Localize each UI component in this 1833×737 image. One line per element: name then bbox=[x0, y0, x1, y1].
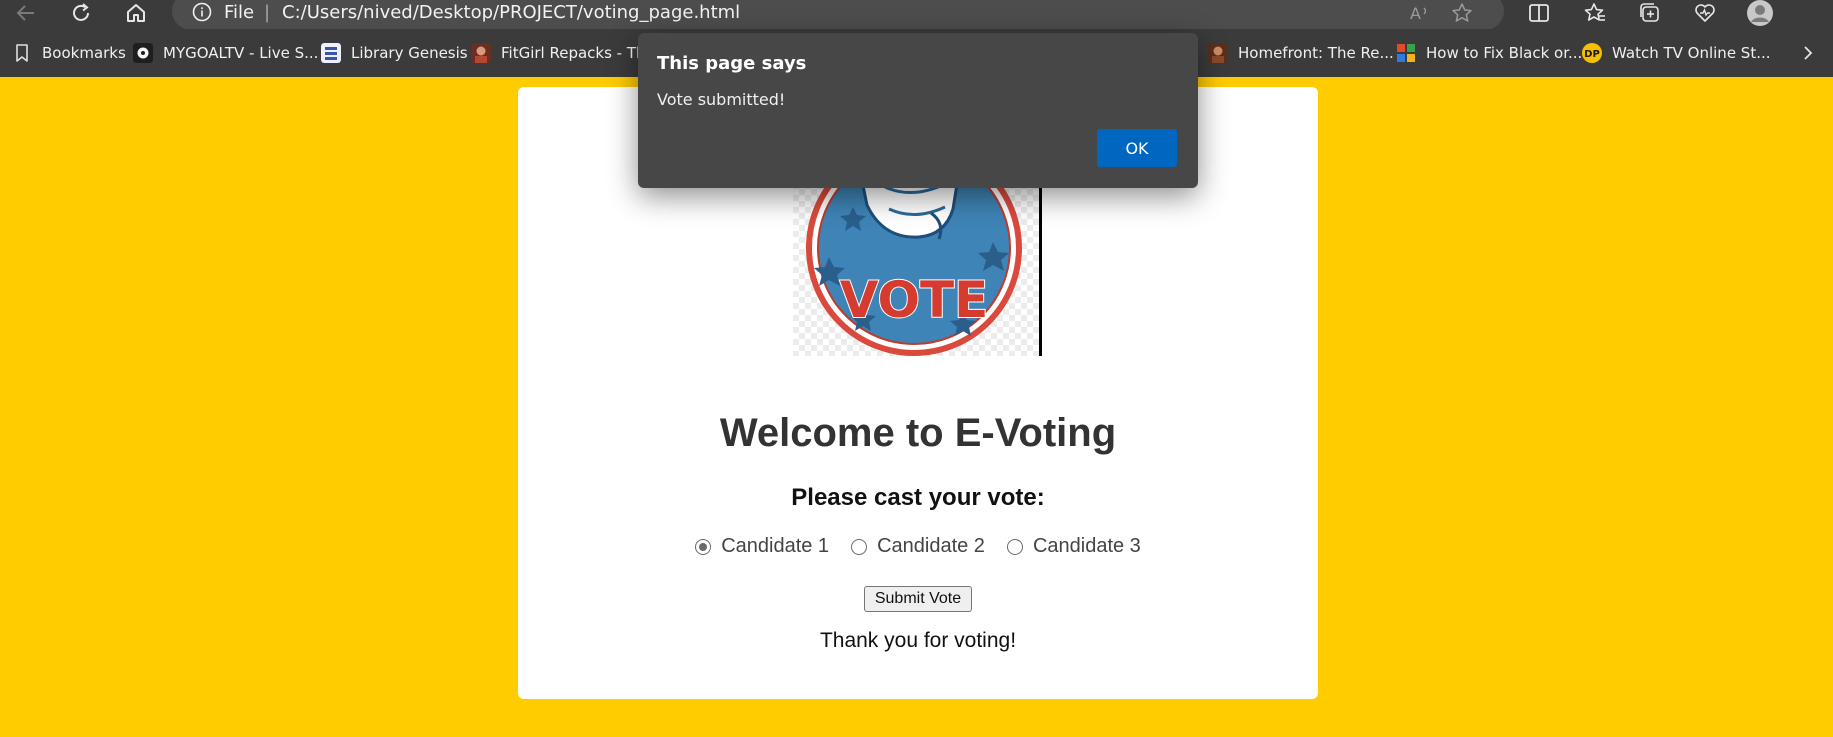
dialog-ok-button[interactable]: OK bbox=[1097, 129, 1177, 167]
address-separator: | bbox=[264, 2, 271, 23]
browser-essentials-icon[interactable] bbox=[1687, 0, 1723, 26]
bookmark-label: Watch TV Online St... bbox=[1612, 44, 1771, 62]
candidate-option-2[interactable]: Candidate 2 bbox=[851, 535, 985, 558]
mygoaltv-icon bbox=[133, 43, 153, 63]
bookmark-item-watch-tv[interactable]: DP Watch TV Online St... bbox=[1582, 43, 1771, 63]
vote-prompt: Please cast your vote: bbox=[791, 484, 1045, 511]
back-icon[interactable] bbox=[8, 0, 44, 26]
bookmark-item-how-to-fix[interactable]: How to Fix Black or... bbox=[1396, 43, 1582, 63]
svg-text:DP: DP bbox=[1584, 49, 1600, 60]
howto-icon bbox=[1397, 44, 1415, 62]
bookmark-label: Homefront: The Re... bbox=[1238, 44, 1394, 62]
alert-dialog: This page says Vote submitted! OK bbox=[638, 33, 1198, 188]
bookmark-label: Bookmarks bbox=[42, 44, 126, 62]
address-scheme-label: File bbox=[224, 2, 255, 23]
candidate-options: Candidate 1 Candidate 2 Candidate 3 bbox=[518, 535, 1318, 558]
bookmark-label: MYGOALTV - Live S... bbox=[163, 44, 319, 62]
favorites-icon[interactable] bbox=[1577, 0, 1613, 26]
library-genesis-icon bbox=[321, 43, 341, 63]
bookmark-item-homefront[interactable]: Homefront: The Re... bbox=[1208, 43, 1394, 63]
split-screen-icon[interactable] bbox=[1521, 0, 1557, 26]
dialog-message: Vote submitted! bbox=[657, 90, 786, 109]
candidate-label: Candidate 1 bbox=[721, 535, 830, 557]
dp-icon: DP bbox=[1582, 43, 1602, 63]
bookmarks-overflow-chevron-icon[interactable] bbox=[1799, 43, 1817, 63]
submit-vote-button[interactable]: Submit Vote bbox=[864, 586, 972, 612]
home-icon[interactable] bbox=[118, 0, 154, 26]
candidate-option-3[interactable]: Candidate 3 bbox=[1006, 535, 1141, 558]
bookmark-item-folder[interactable]: Bookmarks bbox=[12, 43, 126, 63]
bookmark-item-fitgirl[interactable]: FitGirl Repacks - Th... bbox=[471, 43, 660, 63]
candidate-3-radio[interactable] bbox=[1006, 538, 1023, 555]
fitgirl-icon bbox=[471, 43, 491, 63]
bookmark-label: How to Fix Black or... bbox=[1426, 44, 1583, 62]
candidate-label: Candidate 3 bbox=[1032, 535, 1141, 557]
svg-text:A: A bbox=[1410, 4, 1421, 23]
page-title: Welcome to E-Voting bbox=[719, 411, 1117, 455]
site-info-icon[interactable] bbox=[192, 2, 212, 22]
read-aloud-icon[interactable]: A bbox=[1408, 2, 1432, 24]
bookmark-folder-icon bbox=[16, 44, 28, 62]
logo-vote-text: VOTE bbox=[840, 271, 989, 329]
browser-toolbar: File | C:/Users/nived/Desktop/PROJECT/vo… bbox=[0, 0, 1833, 30]
bookmark-label: FitGirl Repacks - Th... bbox=[501, 44, 660, 62]
bookmark-item-mygoaltv[interactable]: MYGOALTV - Live S... bbox=[133, 43, 318, 63]
candidate-label: Candidate 2 bbox=[877, 535, 985, 557]
address-bar[interactable]: File | C:/Users/nived/Desktop/PROJECT/vo… bbox=[172, 0, 1504, 30]
dialog-title: This page says bbox=[657, 53, 807, 74]
address-url[interactable]: C:/Users/nived/Desktop/PROJECT/voting_pa… bbox=[282, 2, 740, 23]
homefront-icon bbox=[1208, 43, 1228, 63]
candidate-1-radio[interactable] bbox=[695, 538, 712, 555]
collections-icon[interactable] bbox=[1632, 0, 1668, 26]
bookmark-label: Library Genesis bbox=[351, 44, 468, 62]
favorite-star-icon[interactable] bbox=[1450, 2, 1474, 24]
candidate-2-radio[interactable] bbox=[851, 538, 868, 555]
profile-avatar-icon[interactable] bbox=[1742, 0, 1778, 26]
thank-you-message: Thank you for voting! bbox=[819, 629, 1017, 652]
candidate-option-1[interactable]: Candidate 1 bbox=[695, 535, 829, 558]
bookmark-item-library-genesis[interactable]: Library Genesis bbox=[321, 43, 468, 63]
refresh-icon[interactable] bbox=[63, 0, 99, 26]
